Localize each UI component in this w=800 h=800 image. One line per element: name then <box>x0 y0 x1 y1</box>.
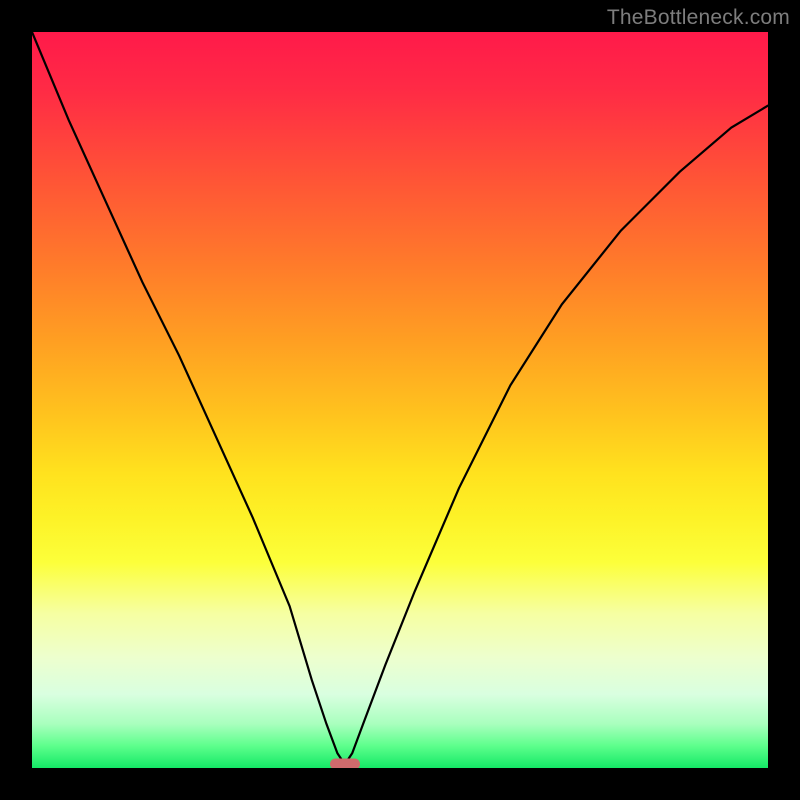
chart-frame: TheBottleneck.com <box>0 0 800 800</box>
bottleneck-curve <box>32 32 768 768</box>
optimum-marker <box>330 759 360 768</box>
watermark-text: TheBottleneck.com <box>607 6 790 30</box>
plot-area <box>32 32 768 768</box>
